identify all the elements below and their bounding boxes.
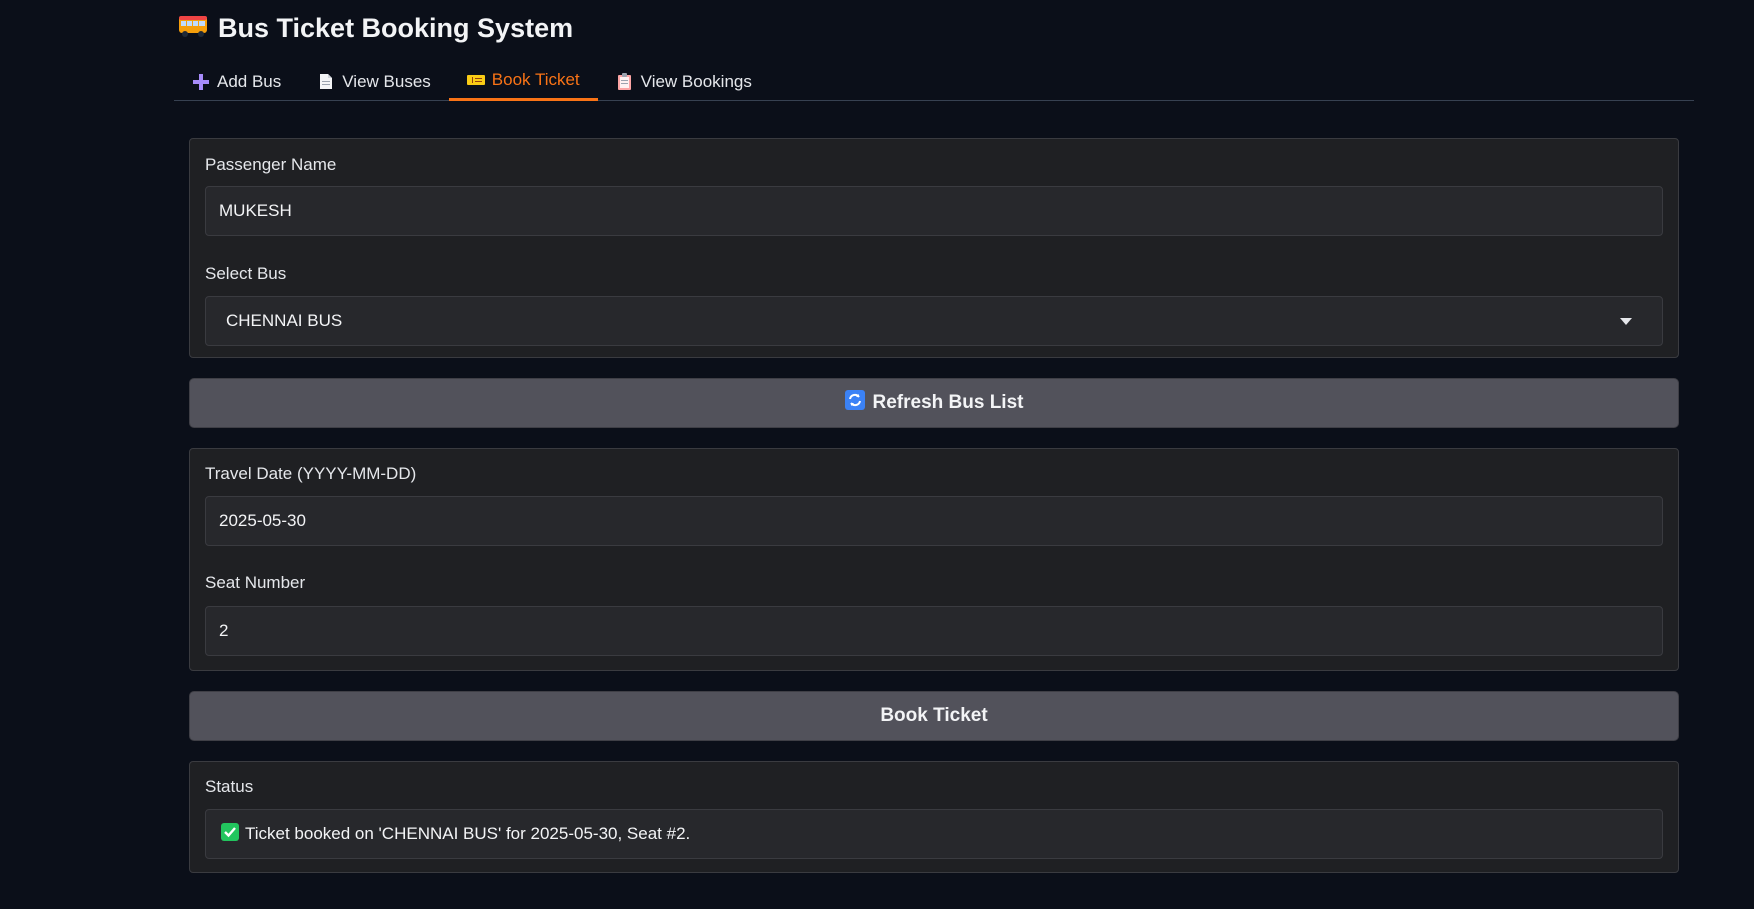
refresh-icon bbox=[844, 390, 865, 416]
status-label: Status bbox=[205, 777, 254, 796]
refresh-button-label: Refresh Bus List bbox=[872, 392, 1024, 413]
checkmark-icon bbox=[221, 822, 239, 846]
book-ticket-button[interactable]: Book Ticket bbox=[189, 691, 1679, 741]
passenger-name-label: Passenger Name bbox=[205, 155, 337, 174]
passenger-name-input[interactable]: MUKESH bbox=[205, 186, 1663, 236]
chevron-down-icon bbox=[1620, 317, 1632, 325]
tab-label: Add Bus bbox=[217, 71, 282, 91]
tab-bar: Add Bus View Buses Book Ticket View Book… bbox=[174, 62, 1694, 101]
tab-label: View Bookings bbox=[640, 71, 752, 91]
travel-date-label: Travel Date (YYYY-MM-DD) bbox=[205, 464, 417, 483]
status-output: Ticket booked on 'CHENNAI BUS' for 2025-… bbox=[205, 809, 1663, 859]
plus-icon bbox=[192, 73, 210, 91]
refresh-bus-list-button[interactable]: Refresh Bus List bbox=[189, 378, 1679, 428]
travel-panel: Travel Date (YYYY-MM-DD) 2025-05-30 Seat… bbox=[189, 448, 1679, 671]
bus-icon bbox=[178, 14, 208, 43]
ticket-icon bbox=[466, 71, 485, 89]
select-bus-value: CHENNAI BUS bbox=[226, 311, 343, 330]
document-icon bbox=[317, 73, 335, 91]
status-text: Ticket booked on 'CHENNAI BUS' for 2025-… bbox=[245, 824, 691, 843]
passenger-panel: Passenger Name MUKESH Select Bus CHENNAI… bbox=[189, 138, 1679, 358]
clipboard-icon bbox=[616, 72, 634, 91]
status-panel: Status Ticket booked on 'CHENNAI BUS' fo… bbox=[189, 761, 1679, 873]
select-bus-dropdown[interactable]: CHENNAI BUS bbox=[205, 296, 1663, 346]
tab-book-ticket[interactable]: Book Ticket bbox=[448, 62, 598, 101]
seat-number-label: Seat Number bbox=[205, 573, 306, 592]
page-title: Bus Ticket Booking System bbox=[218, 12, 574, 43]
tab-view-buses[interactable]: View Buses bbox=[299, 62, 449, 101]
tab-view-bookings[interactable]: View Bookings bbox=[598, 62, 770, 101]
tab-label: Book Ticket bbox=[491, 70, 580, 89]
tab-add-bus[interactable]: Add Bus bbox=[174, 62, 299, 101]
seat-number-input[interactable]: 2 bbox=[205, 606, 1663, 656]
travel-date-input[interactable]: 2025-05-30 bbox=[205, 496, 1663, 546]
tab-label: View Buses bbox=[342, 71, 431, 91]
select-bus-label: Select Bus bbox=[205, 264, 287, 283]
page-header: Bus Ticket Booking System bbox=[178, 12, 573, 44]
book-button-label: Book Ticket bbox=[880, 705, 988, 726]
